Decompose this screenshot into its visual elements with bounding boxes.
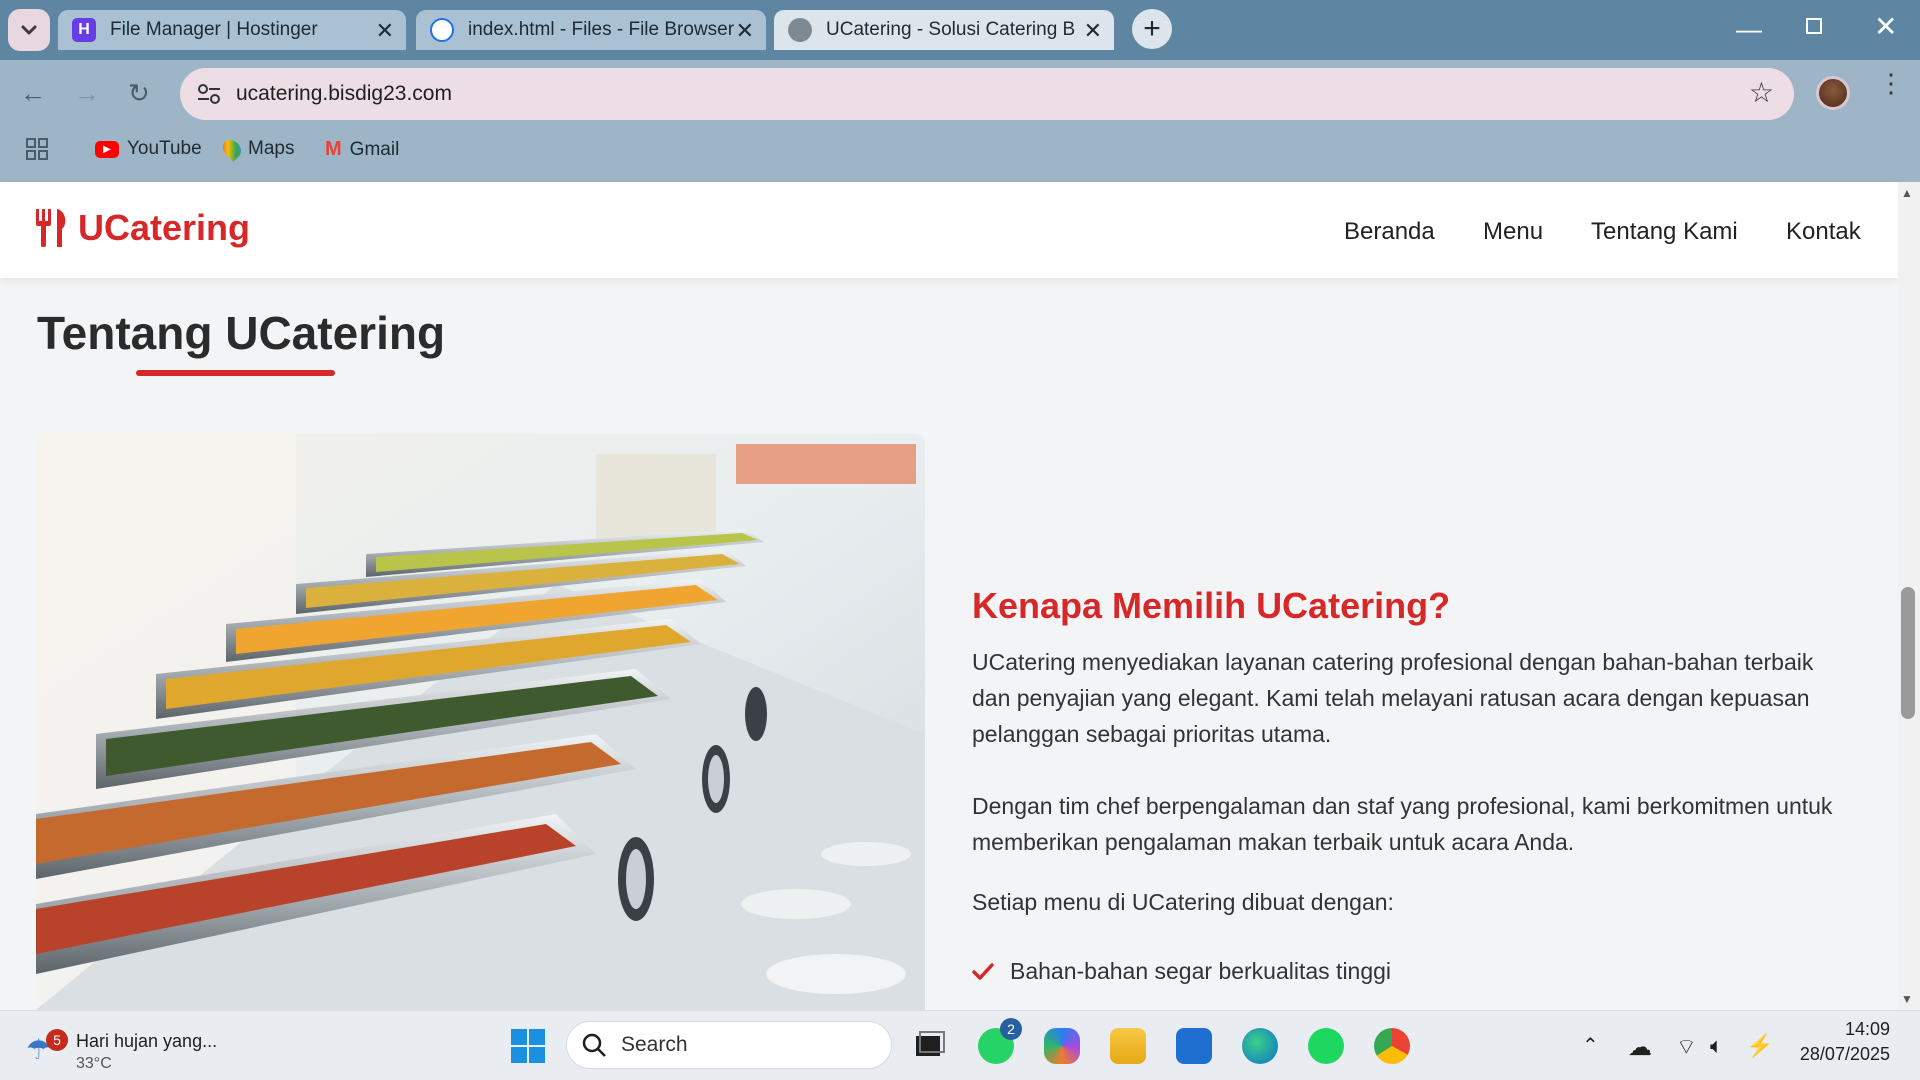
brand-name: UCatering <box>78 207 251 248</box>
url-text: ucatering.bisdig23.com <box>236 82 452 105</box>
back-arrow-icon[interactable]: ← <box>20 78 46 109</box>
bookmark-maps[interactable]: Maps <box>219 136 295 162</box>
close-window-button[interactable]: ✕ <box>1874 10 1897 43</box>
weather-text: Hari hujan yang... <box>76 1031 218 1051</box>
edge-icon[interactable] <box>1242 1028 1278 1064</box>
feature-text: Bahan-bahan segar berkualitas tinggi <box>1010 958 1392 984</box>
tab-title: index.html - Files - File Browser <box>468 19 735 40</box>
youtube-icon: ▶ <box>95 140 119 158</box>
tab-title: UCatering - Solusi Catering Ber <box>826 19 1076 40</box>
bookmark-label: YouTube <box>127 138 202 159</box>
nav-beranda[interactable]: Beranda <box>1344 218 1435 246</box>
taskbar: ☂ 5 Hari hujan yang... 33°C Search 2 ⌃ ☁… <box>0 1010 1920 1080</box>
chrome-icon[interactable] <box>1374 1028 1410 1064</box>
bookmark-label: Maps <box>248 138 295 159</box>
browser-tab-strip: H File Manager | Hostinger ✕ index.html … <box>0 0 1920 60</box>
spotify-icon[interactable] <box>1308 1028 1344 1064</box>
copilot-icon[interactable] <box>1044 1028 1080 1064</box>
tab-search-button[interactable] <box>8 9 50 51</box>
reload-icon[interactable]: ↻ <box>128 78 150 109</box>
bookmark-star-icon[interactable]: ☆ <box>1749 76 1774 109</box>
bookmark-label: Gmail <box>349 138 400 160</box>
file-browser-icon <box>430 18 454 42</box>
feature-list-item: Bahan-bahan segar berkualitas tinggi <box>972 958 1391 985</box>
apps-grid-icon[interactable] <box>26 138 48 160</box>
gmail-icon: M <box>325 138 342 160</box>
globe-icon <box>788 18 812 42</box>
weather-widget[interactable]: ☂ 5 Hari hujan yang... 33°C <box>26 1021 246 1073</box>
section-title: Tentang UCatering <box>37 307 446 359</box>
onedrive-cloud-icon[interactable]: ☁ <box>1628 1033 1652 1062</box>
whatsapp-badge: 2 <box>1000 1018 1022 1040</box>
utensils-icon <box>36 209 66 247</box>
scrollbar-thumb[interactable] <box>1901 587 1915 719</box>
tab-index-html[interactable]: index.html - Files - File Browser ✕ <box>416 10 766 50</box>
tab-ucatering[interactable]: UCatering - Solusi Catering Ber ✕ <box>774 10 1114 50</box>
restore-button[interactable] <box>1806 18 1822 34</box>
show-hidden-icons-chevron-icon[interactable]: ⌃ <box>1582 1033 1599 1058</box>
whatsapp-icon[interactable]: 2 <box>978 1018 1022 1064</box>
address-bar[interactable]: ucatering.bisdig23.com ☆ <box>180 68 1794 120</box>
speaker-icon[interactable]: 🔈︎ <box>1710 1033 1723 1059</box>
tab-title: File Manager | Hostinger <box>110 19 318 40</box>
bookmark-youtube[interactable]: ▶ YouTube <box>95 138 202 160</box>
site-header: UCatering Beranda Menu Tentang Kami Kont… <box>0 182 1898 278</box>
wifi-icon[interactable]: ⌔ <box>1676 1033 1697 1061</box>
date-text: 28/07/2025 <box>1799 1044 1890 1064</box>
clock[interactable]: 14:09 28/07/2025 <box>1790 1019 1890 1065</box>
check-icon <box>972 962 994 980</box>
close-icon[interactable]: ✕ <box>376 18 394 44</box>
catering-buffet-image <box>36 434 925 1010</box>
weather-temp: 33°C <box>76 1055 112 1072</box>
file-explorer-icon[interactable] <box>1110 1028 1146 1064</box>
new-tab-button[interactable]: + <box>1132 9 1172 49</box>
close-icon[interactable]: ✕ <box>1084 18 1102 44</box>
paragraph-intro: UCatering menyediakan layanan catering p… <box>972 649 1814 747</box>
minimize-button[interactable]: — <box>1736 14 1762 45</box>
site-settings-icon[interactable] <box>196 82 222 106</box>
time-text: 14:09 <box>1844 1019 1890 1039</box>
nav-menu[interactable]: Menu <box>1483 218 1543 246</box>
close-icon[interactable]: ✕ <box>736 18 754 44</box>
search-icon <box>582 1033 606 1057</box>
tab-file-manager[interactable]: H File Manager | Hostinger ✕ <box>58 10 406 50</box>
menu-kebab-icon[interactable]: ⋮ <box>1878 70 1904 96</box>
site-logo[interactable]: UCatering <box>34 207 250 249</box>
title-underline <box>136 370 335 376</box>
scroll-down-arrow-icon[interactable]: ▼ <box>1901 992 1913 1006</box>
start-windows-icon[interactable] <box>510 1028 546 1064</box>
weather-badge: 5 <box>46 1029 68 1051</box>
paragraph-menu-lead: Setiap menu di UCatering dibuat dengan: <box>972 889 1394 915</box>
task-view-icon[interactable] <box>912 1028 948 1064</box>
why-choose-heading: Kenapa Memilih UCatering? <box>972 585 1451 626</box>
nav-tentang-kami[interactable]: Tentang Kami <box>1591 218 1738 246</box>
forward-arrow-icon[interactable]: → <box>74 78 100 109</box>
profile-avatar[interactable] <box>1816 76 1850 110</box>
bookmark-gmail[interactable]: M Gmail <box>325 138 399 161</box>
search-placeholder: Search <box>621 1033 688 1056</box>
scroll-up-arrow-icon[interactable]: ▲ <box>1901 186 1913 200</box>
taskbar-search[interactable]: Search <box>566 1021 892 1069</box>
battery-charging-icon[interactable]: ⚡ <box>1746 1033 1773 1059</box>
chevron-down-icon <box>21 25 37 35</box>
hostinger-icon: H <box>72 18 96 42</box>
nav-kontak[interactable]: Kontak <box>1786 218 1861 246</box>
microsoft-store-icon[interactable] <box>1176 1028 1212 1064</box>
maps-pin-icon <box>219 136 245 162</box>
paragraph-team: Dengan tim chef berpengalaman dan staf y… <box>972 793 1833 855</box>
